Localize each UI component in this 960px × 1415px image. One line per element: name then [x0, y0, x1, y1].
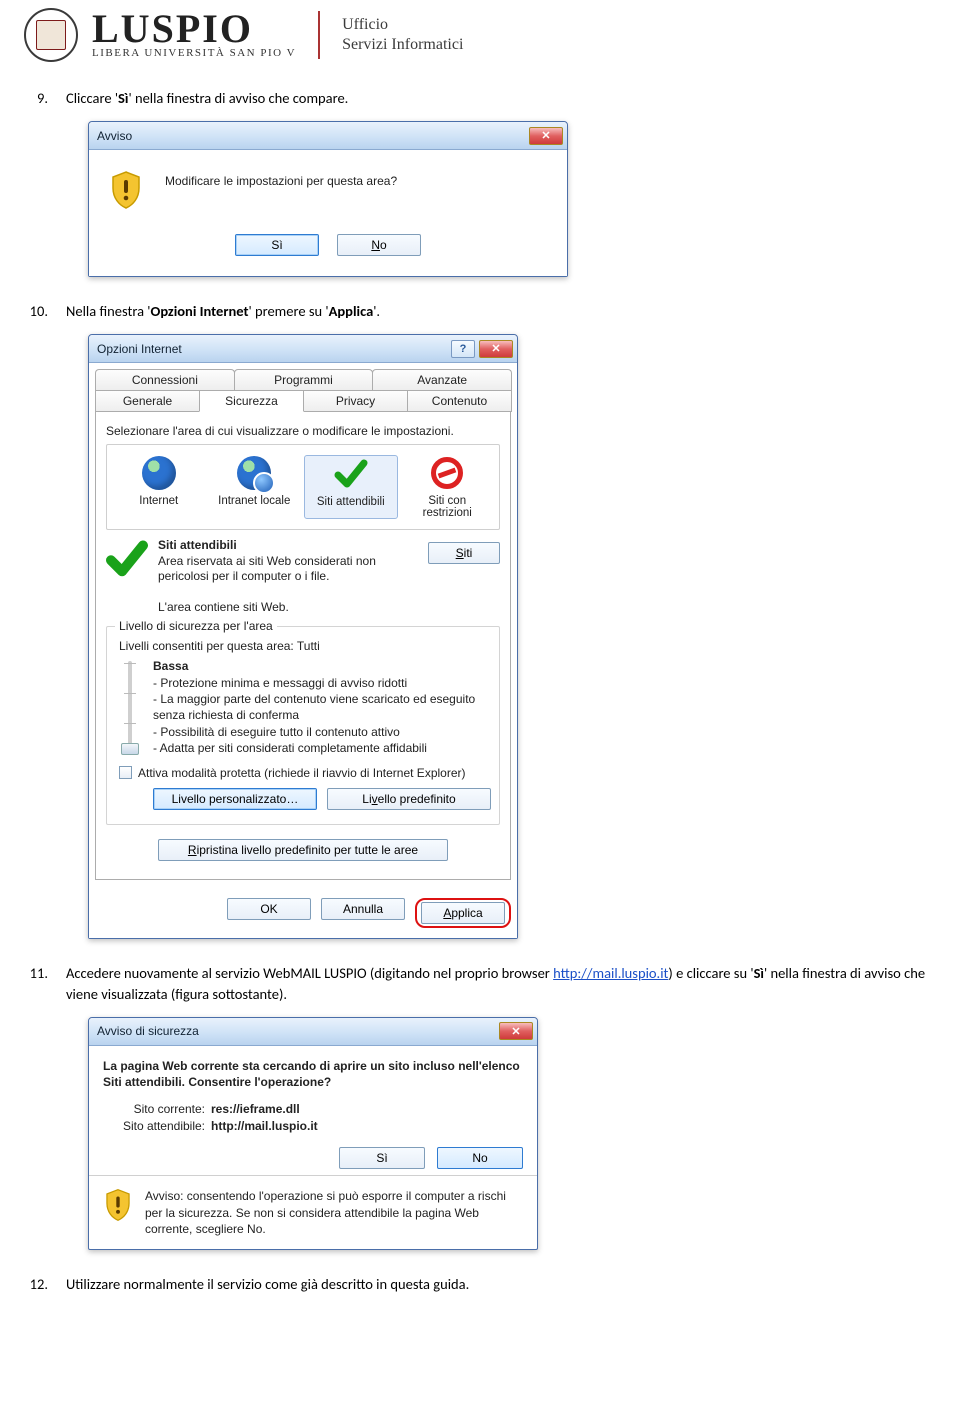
tab-connessioni[interactable]: Connessioni — [95, 369, 235, 390]
highlight-applica: Applica — [415, 898, 511, 928]
zone-trusted[interactable]: Siti attendibili — [304, 455, 398, 519]
siti-button[interactable]: Siti — [428, 542, 500, 564]
divider — [318, 11, 320, 59]
globe-icon — [142, 456, 176, 490]
webmail-link[interactable]: http://mail.luspio.it — [553, 964, 668, 982]
zone-restricted[interactable]: Siti conrestrizioni — [402, 455, 494, 519]
security-question: La pagina Web corrente sta cercando di a… — [103, 1058, 523, 1090]
ok-button[interactable]: OK — [227, 898, 311, 920]
level-description: Bassa - Protezione minima e messaggi di … — [153, 659, 491, 756]
tab-contenuto[interactable]: Contenuto — [407, 390, 512, 412]
custom-level-button[interactable]: Livello personalizzato… — [153, 788, 317, 810]
close-icon[interactable]: ✕ — [529, 127, 563, 145]
zone-internet[interactable]: Internet — [113, 455, 205, 519]
office-line2: Servizi Informatici — [342, 35, 463, 55]
dialog-titlebar: Opzioni Internet ? ✕ — [89, 335, 517, 363]
no-button[interactable]: No — [437, 1147, 523, 1169]
current-site-row: Sito corrente: res://ieframe.dll — [103, 1102, 523, 1116]
checkmark-icon — [106, 538, 148, 580]
trusted-description: Siti attendibili Area riservata ai siti … — [158, 538, 410, 616]
zone-selector: Internet Intranet locale — [106, 444, 500, 530]
close-icon[interactable]: ✕ — [499, 1022, 533, 1040]
step-number: 12. — [24, 1274, 48, 1295]
screenshot-opzioni-internet: Opzioni Internet ? ✕ Connessioni Program… — [88, 334, 518, 939]
dialog-message: Modificare le impostazioni per questa ar… — [165, 170, 397, 188]
step-12: 12. Utilizzare normalmente il servizio c… — [24, 1274, 936, 1295]
trusted-site-row: Sito attendibile: http://mail.luspio.it — [103, 1119, 523, 1133]
shield-warning-icon — [109, 170, 143, 210]
protected-mode-checkbox[interactable]: Attiva modalità protetta (richiede il ri… — [119, 766, 491, 780]
security-warning-text: Avviso: consentendo l'operazione si può … — [145, 1188, 523, 1237]
zone-intranet[interactable]: Intranet locale — [209, 455, 301, 519]
dialog-title: Avviso — [97, 129, 132, 143]
yes-button[interactable]: Sì — [235, 234, 319, 256]
apply-button[interactable]: Applica — [421, 902, 505, 924]
step-number: 9. — [24, 88, 48, 109]
step-9: 9. Cliccare 'Sì' nella finestra di avvis… — [24, 88, 936, 109]
step-number: 10. — [24, 301, 48, 322]
office-block: Ufficio Servizi Informatici — [342, 15, 463, 55]
globe-local-icon — [237, 456, 271, 490]
levels-allowed: Livelli consentiti per questa area: Tutt… — [119, 639, 491, 653]
screenshot-avviso-sicurezza: Avviso di sicurezza ✕ La pagina Web corr… — [88, 1017, 538, 1250]
step-text: Accedere nuovamente al servizio WebMAIL … — [66, 963, 936, 1005]
office-line1: Ufficio — [342, 15, 463, 35]
step-text: Utilizzare normalmente il servizio come … — [66, 1274, 936, 1295]
yes-button[interactable]: Sì — [339, 1147, 425, 1169]
university-seal-icon — [24, 8, 78, 62]
step-text: Nella finestra 'Opzioni Internet' premer… — [66, 301, 936, 322]
brand-block: LUSPIO LIBERA UNIVERSITÀ SAN PIO V — [92, 11, 296, 59]
tab-avanzate[interactable]: Avanzate — [372, 369, 512, 390]
step-number: 11. — [24, 963, 48, 1005]
tab-privacy[interactable]: Privacy — [303, 390, 408, 412]
security-level-group: Livello di sicurezza per l'area Livelli … — [106, 626, 500, 825]
tab-sicurezza[interactable]: Sicurezza — [199, 390, 304, 412]
dialog-titlebar: Avviso ✕ — [89, 122, 567, 150]
security-slider[interactable] — [119, 659, 141, 755]
tab-generale[interactable]: Generale — [95, 390, 200, 412]
shield-warning-icon — [103, 1188, 133, 1222]
brand-main: LUSPIO — [92, 11, 296, 47]
close-icon[interactable]: ✕ — [479, 340, 513, 358]
dialog-titlebar: Avviso di sicurezza ✕ — [89, 1018, 537, 1046]
screenshot-avviso: Avviso ✕ Modificare le impostazioni per … — [88, 121, 568, 277]
step-10: 10. Nella finestra 'Opzioni Internet' pr… — [24, 301, 936, 322]
brand-sub: LIBERA UNIVERSITÀ SAN PIO V — [92, 47, 296, 59]
reset-all-button[interactable]: Ripristina livello predefinito per tutte… — [158, 839, 448, 861]
cancel-button[interactable]: Annulla — [321, 898, 405, 920]
dialog-title: Opzioni Internet — [97, 342, 182, 356]
help-icon[interactable]: ? — [451, 340, 475, 358]
tab-programmi[interactable]: Programmi — [234, 369, 374, 390]
step-11: 11. Accedere nuovamente al servizio WebM… — [24, 963, 936, 1005]
no-button[interactable]: No — [337, 234, 421, 256]
zone-intro: Selezionare l'area di cui visualizzare o… — [106, 424, 500, 438]
dialog-title: Avviso di sicurezza — [97, 1024, 199, 1038]
default-level-button[interactable]: Livello predefinito — [327, 788, 491, 810]
forbidden-icon — [431, 457, 463, 489]
checkbox-icon — [119, 766, 132, 779]
checkmark-icon — [334, 457, 368, 491]
document-header: LUSPIO LIBERA UNIVERSITÀ SAN PIO V Uffic… — [24, 0, 936, 84]
step-text: Cliccare 'Sì' nella finestra di avviso c… — [66, 88, 936, 109]
